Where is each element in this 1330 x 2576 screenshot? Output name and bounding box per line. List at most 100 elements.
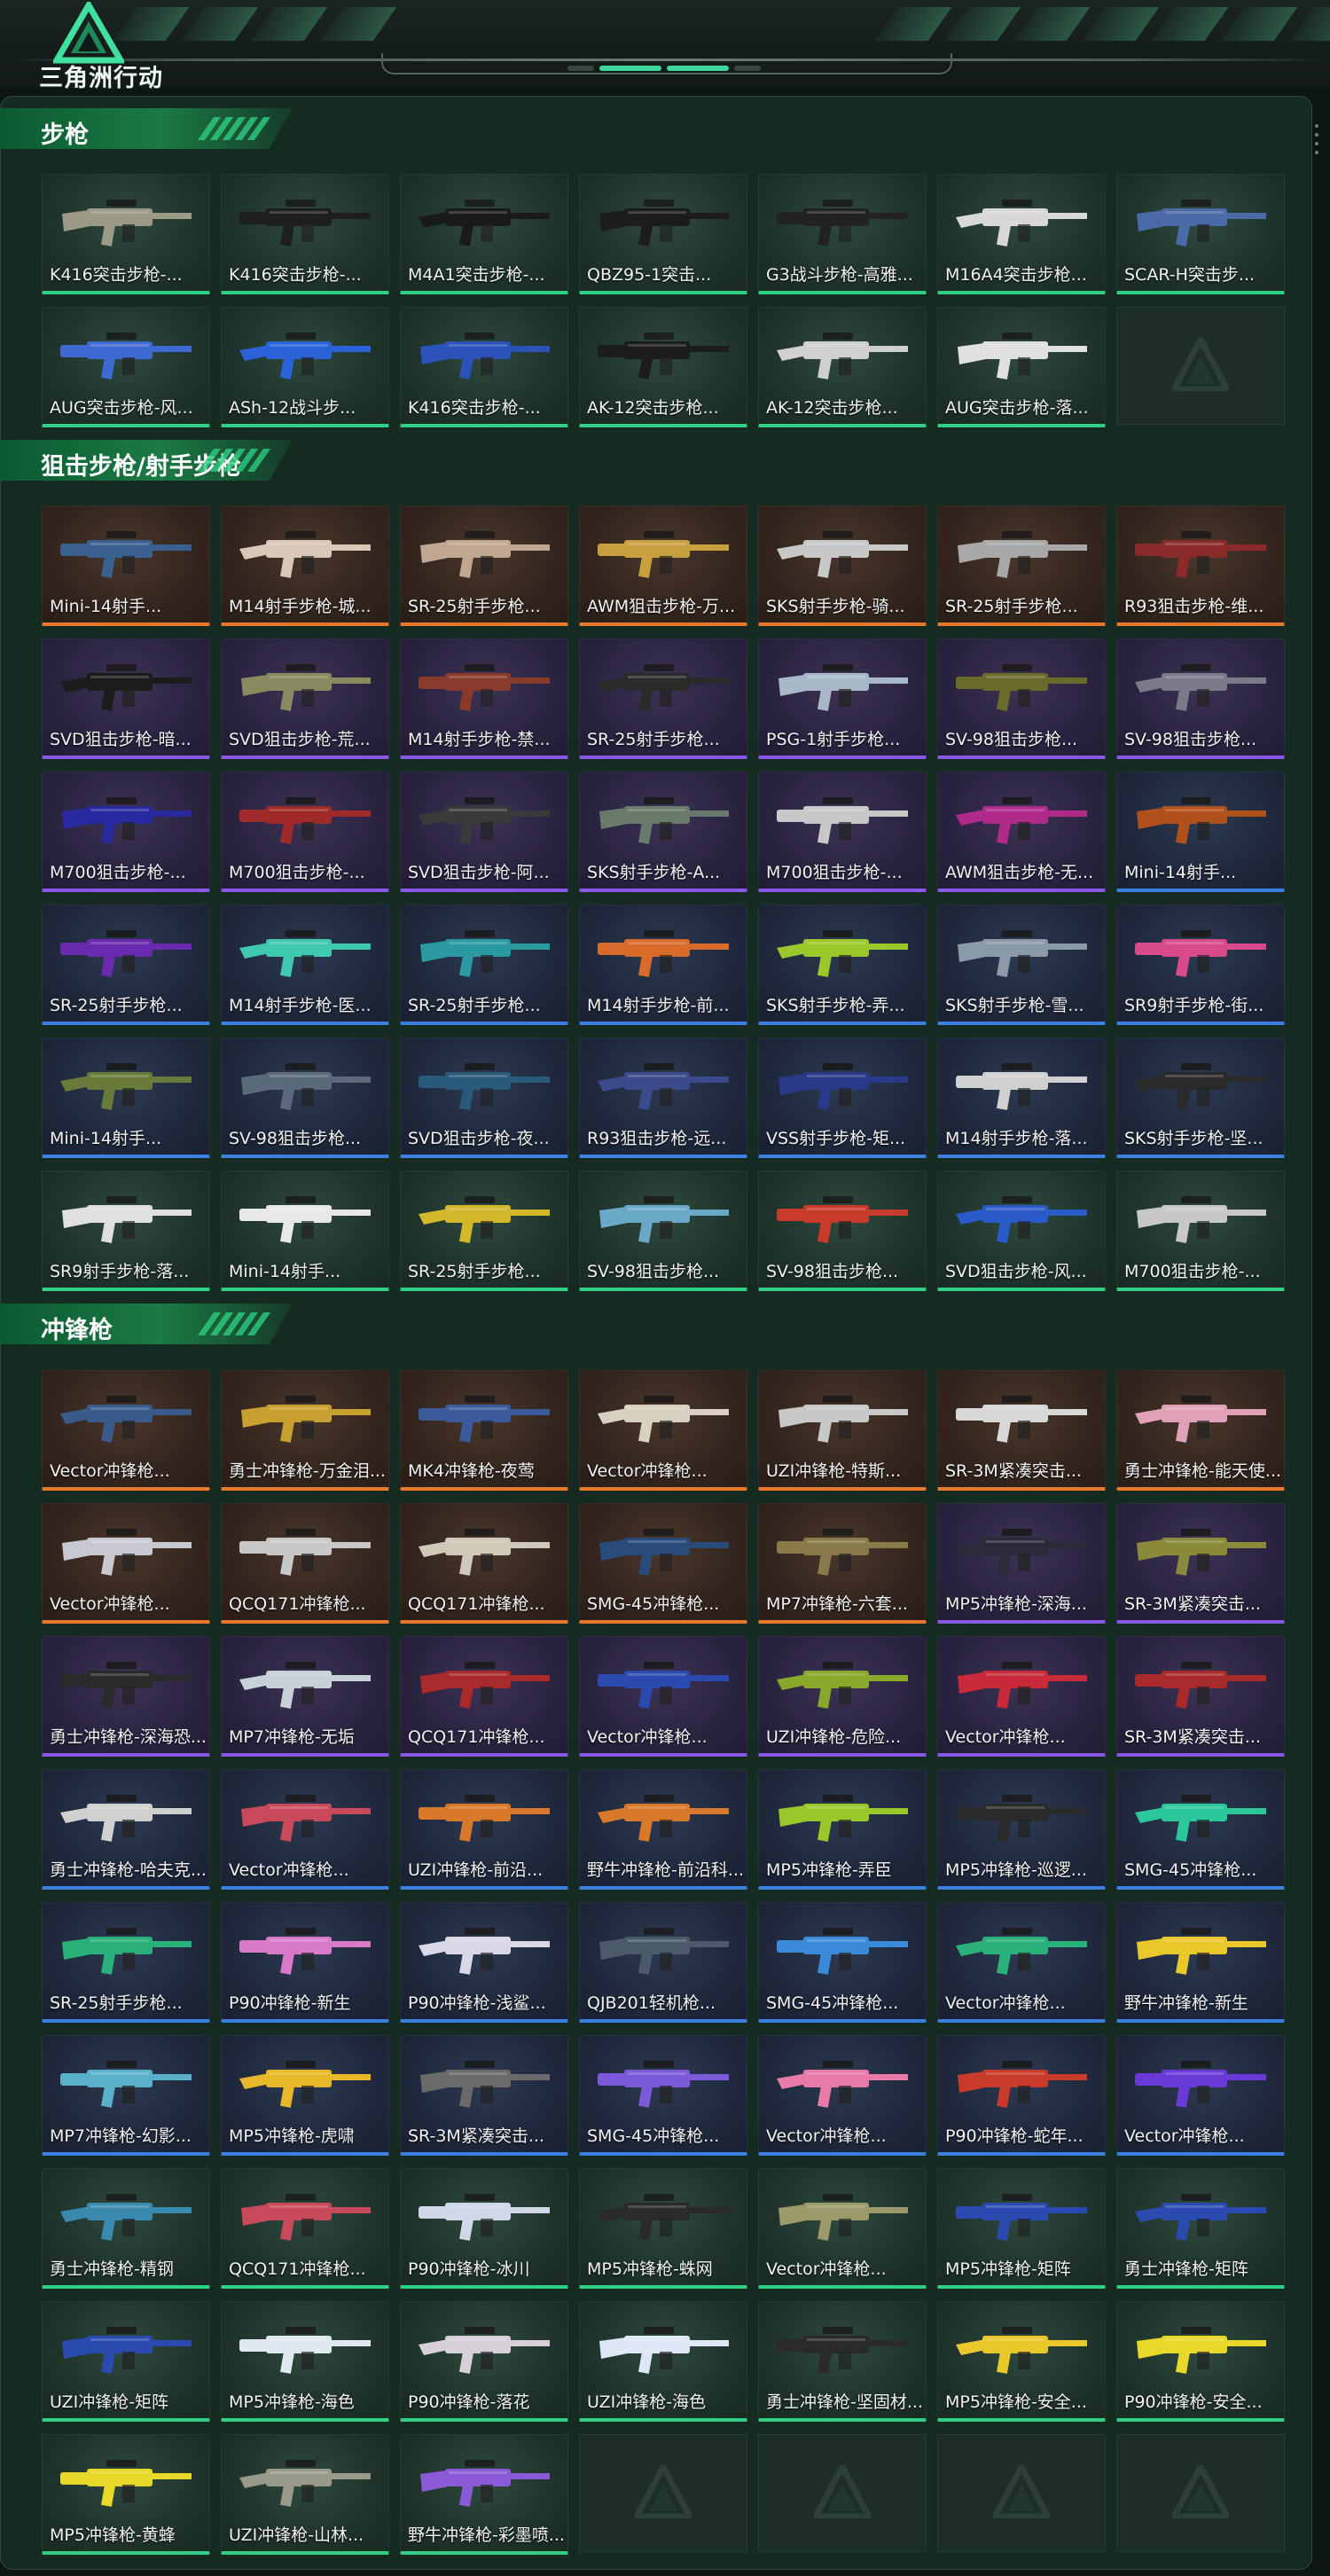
weapon-skin-card[interactable]: 野牛冲锋枪-前沿科... <box>579 1769 747 1890</box>
weapon-skin-card[interactable]: SR-25射手步枪... <box>579 638 747 759</box>
weapon-skin-card[interactable]: UZI冲锋枪-矩阵 <box>42 2301 210 2422</box>
weapon-skin-card[interactable]: Mini-14射手... <box>221 1171 389 1291</box>
weapon-skin-card[interactable]: Mini-14射手... <box>42 1037 210 1158</box>
weapon-skin-card[interactable]: M16A4突击步枪... <box>937 174 1106 294</box>
weapon-skin-card[interactable]: Mini-14射手... <box>42 505 210 626</box>
weapon-skin-card[interactable]: Vector冲锋枪... <box>758 2168 927 2289</box>
weapon-skin-card[interactable]: MP5冲锋枪-弄臣 <box>758 1769 927 1890</box>
weapon-skin-card[interactable]: SV-98狙击步枪... <box>221 1037 389 1158</box>
weapon-skin-card[interactable]: 勇士冲锋枪-深海恐... <box>42 1636 210 1757</box>
weapon-skin-card[interactable]: SR-25射手步枪... <box>937 505 1106 626</box>
weapon-skin-card[interactable]: SR-3M紧凑突击... <box>1116 1636 1285 1757</box>
weapon-skin-card[interactable]: QCQ171冲锋枪... <box>221 2168 389 2289</box>
weapon-skin-card[interactable]: SMG-45冲锋枪... <box>579 2035 747 2156</box>
weapon-skin-card[interactable]: SKS射手步枪-弄... <box>758 904 927 1025</box>
weapon-skin-card[interactable]: VSS射手步枪-矩... <box>758 1037 927 1158</box>
weapon-skin-card[interactable]: Mini-14射手... <box>1116 771 1285 892</box>
weapon-skin-card[interactable]: SV-98狙击步枪... <box>1116 638 1285 759</box>
weapon-skin-card[interactable]: SV-98狙击步枪... <box>937 638 1106 759</box>
weapon-skin-card[interactable]: SV-98狙击步枪... <box>579 1171 747 1291</box>
weapon-skin-card[interactable]: SVD狙击步枪-荒... <box>221 638 389 759</box>
weapon-skin-card[interactable]: Vector冲锋枪... <box>937 1902 1106 2023</box>
weapon-skin-card[interactable]: P90冲锋枪-落花 <box>400 2301 568 2422</box>
weapon-skin-card[interactable]: AWM狙击步枪-万... <box>579 505 747 626</box>
weapon-skin-card[interactable]: SR-25射手步枪... <box>42 904 210 1025</box>
weapon-skin-card[interactable]: M14射手步枪-前... <box>579 904 747 1025</box>
weapon-skin-card[interactable]: M700狙击步枪-... <box>42 771 210 892</box>
weapon-skin-card[interactable]: SKS射手步枪-雪... <box>937 904 1106 1025</box>
weapon-skin-card[interactable]: SCAR-H突击步... <box>1116 174 1285 294</box>
weapon-skin-card[interactable]: Vector冲锋枪... <box>579 1370 747 1491</box>
weapon-skin-card[interactable]: SMG-45冲锋枪... <box>579 1503 747 1624</box>
weapon-skin-card[interactable]: QJB201轻机枪... <box>579 1902 747 2023</box>
weapon-skin-card[interactable]: Vector冲锋枪... <box>221 1769 389 1890</box>
weapon-skin-card[interactable]: SR9射手步枪-街... <box>1116 904 1285 1025</box>
weapon-skin-card[interactable]: M14射手步枪-城... <box>221 505 389 626</box>
weapon-skin-card[interactable]: SVD狙击步枪-风... <box>937 1171 1106 1291</box>
weapon-skin-card[interactable]: G3战斗步枪-高雅... <box>758 174 927 294</box>
weapon-skin-card[interactable]: Vector冲锋枪... <box>579 1636 747 1757</box>
weapon-skin-card[interactable]: UZI冲锋枪-特斯... <box>758 1370 927 1491</box>
weapon-skin-card[interactable]: 勇士冲锋枪-万金泪... <box>221 1370 389 1491</box>
weapon-skin-card[interactable]: Vector冲锋枪... <box>42 1503 210 1624</box>
weapon-skin-card[interactable]: P90冲锋枪-新生 <box>221 1902 389 2023</box>
weapon-skin-card[interactable]: 勇士冲锋枪-坚固材... <box>758 2301 927 2422</box>
weapon-skin-card[interactable]: MP7冲锋枪-无垢 <box>221 1636 389 1757</box>
weapon-skin-card[interactable]: AK-12突击步枪... <box>758 307 927 427</box>
weapon-skin-card[interactable]: M4A1突击步枪-... <box>400 174 568 294</box>
scrollbar-dots[interactable] <box>1315 124 1318 154</box>
weapon-skin-card[interactable]: Vector冲锋枪... <box>758 2035 927 2156</box>
weapon-skin-card[interactable]: QCQ171冲锋枪... <box>400 1503 568 1624</box>
weapon-skin-card[interactable]: ASh-12战斗步... <box>221 307 389 427</box>
weapon-skin-card[interactable]: M700狙击步枪-... <box>1116 1171 1285 1291</box>
weapon-skin-card[interactable]: SVD狙击步枪-暗... <box>42 638 210 759</box>
weapon-skin-card[interactable]: SVD狙击步枪-阿... <box>400 771 568 892</box>
weapon-skin-card[interactable]: 勇士冲锋枪-能天使... <box>1116 1370 1285 1491</box>
weapon-skin-card[interactable]: SVD狙击步枪-夜... <box>400 1037 568 1158</box>
weapon-skin-card[interactable]: QCQ171冲锋枪... <box>221 1503 389 1624</box>
weapon-skin-card[interactable]: SKS射手步枪-坚... <box>1116 1037 1285 1158</box>
weapon-skin-card[interactable]: QBZ95-1突击... <box>579 174 747 294</box>
weapon-skin-card[interactable]: SR-25射手步枪... <box>400 1171 568 1291</box>
weapon-skin-card[interactable]: Vector冲锋枪... <box>937 1636 1106 1757</box>
weapon-skin-card[interactable]: P90冲锋枪-蛇年... <box>937 2035 1106 2156</box>
weapon-skin-card[interactable]: SR9射手步枪-落... <box>42 1171 210 1291</box>
weapon-skin-card[interactable]: UZI冲锋枪-海色 <box>579 2301 747 2422</box>
weapon-skin-card[interactable]: MP5冲锋枪-虎啸 <box>221 2035 389 2156</box>
weapon-skin-card[interactable]: SR-3M紧凑突击... <box>1116 1503 1285 1624</box>
weapon-skin-card[interactable]: MP5冲锋枪-蛛网 <box>579 2168 747 2289</box>
weapon-skin-card[interactable]: SR-3M紧凑突击... <box>400 2035 568 2156</box>
weapon-skin-card[interactable]: SV-98狙击步枪... <box>758 1171 927 1291</box>
weapon-skin-card[interactable]: UZI冲锋枪-危险... <box>758 1636 927 1757</box>
weapon-skin-card[interactable]: M14射手步枪-落... <box>937 1037 1106 1158</box>
weapon-skin-card[interactable]: MP7冲锋枪-幻影... <box>42 2035 210 2156</box>
weapon-skin-card[interactable]: M700狙击步枪-... <box>221 771 389 892</box>
weapon-skin-card[interactable]: 勇士冲锋枪-精钢 <box>42 2168 210 2289</box>
weapon-skin-card[interactable]: MP5冲锋枪-巡逻... <box>937 1769 1106 1890</box>
weapon-skin-card[interactable]: SR-25射手步枪... <box>400 904 568 1025</box>
weapon-skin-card[interactable]: MP5冲锋枪-安全... <box>937 2301 1106 2422</box>
weapon-skin-card[interactable]: AUG突击步枪-落... <box>937 307 1106 427</box>
weapon-skin-card[interactable]: 勇士冲锋枪-矩阵 <box>1116 2168 1285 2289</box>
weapon-skin-card[interactable]: M700狙击步枪-... <box>758 771 927 892</box>
weapon-skin-card[interactable]: UZI冲锋枪-前沿... <box>400 1769 568 1890</box>
weapon-skin-card[interactable]: SR-25射手步枪... <box>42 1902 210 2023</box>
weapon-skin-card[interactable]: K416突击步枪-... <box>42 174 210 294</box>
weapon-skin-card[interactable]: SR-25射手步枪... <box>400 505 568 626</box>
weapon-skin-card[interactable]: MP7冲锋枪-六套... <box>758 1503 927 1624</box>
weapon-skin-card[interactable]: AUG突击步枪-风... <box>42 307 210 427</box>
weapon-skin-card[interactable]: R93狙击步枪-维... <box>1116 505 1285 626</box>
weapon-skin-card[interactable]: MP5冲锋枪-黄蜂 <box>42 2434 210 2555</box>
weapon-skin-card[interactable]: UZI冲锋枪-山林... <box>221 2434 389 2555</box>
weapon-skin-card[interactable]: K416突击步枪-... <box>400 307 568 427</box>
weapon-skin-card[interactable]: P90冲锋枪-冰川 <box>400 2168 568 2289</box>
weapon-skin-card[interactable]: MK4冲锋枪-夜莺 <box>400 1370 568 1491</box>
weapon-skin-card[interactable]: Vector冲锋枪... <box>42 1370 210 1491</box>
weapon-skin-card[interactable]: K416突击步枪-... <box>221 174 389 294</box>
weapon-skin-card[interactable]: M14射手步枪-禁... <box>400 638 568 759</box>
weapon-skin-card[interactable]: 野牛冲锋枪-彩墨喷... <box>400 2434 568 2555</box>
weapon-skin-card[interactable]: MP5冲锋枪-深海... <box>937 1503 1106 1624</box>
weapon-skin-card[interactable]: PSG-1射手步枪... <box>758 638 927 759</box>
weapon-skin-card[interactable]: Vector冲锋枪... <box>1116 2035 1285 2156</box>
weapon-skin-card[interactable]: P90冲锋枪-浅鲨... <box>400 1902 568 2023</box>
